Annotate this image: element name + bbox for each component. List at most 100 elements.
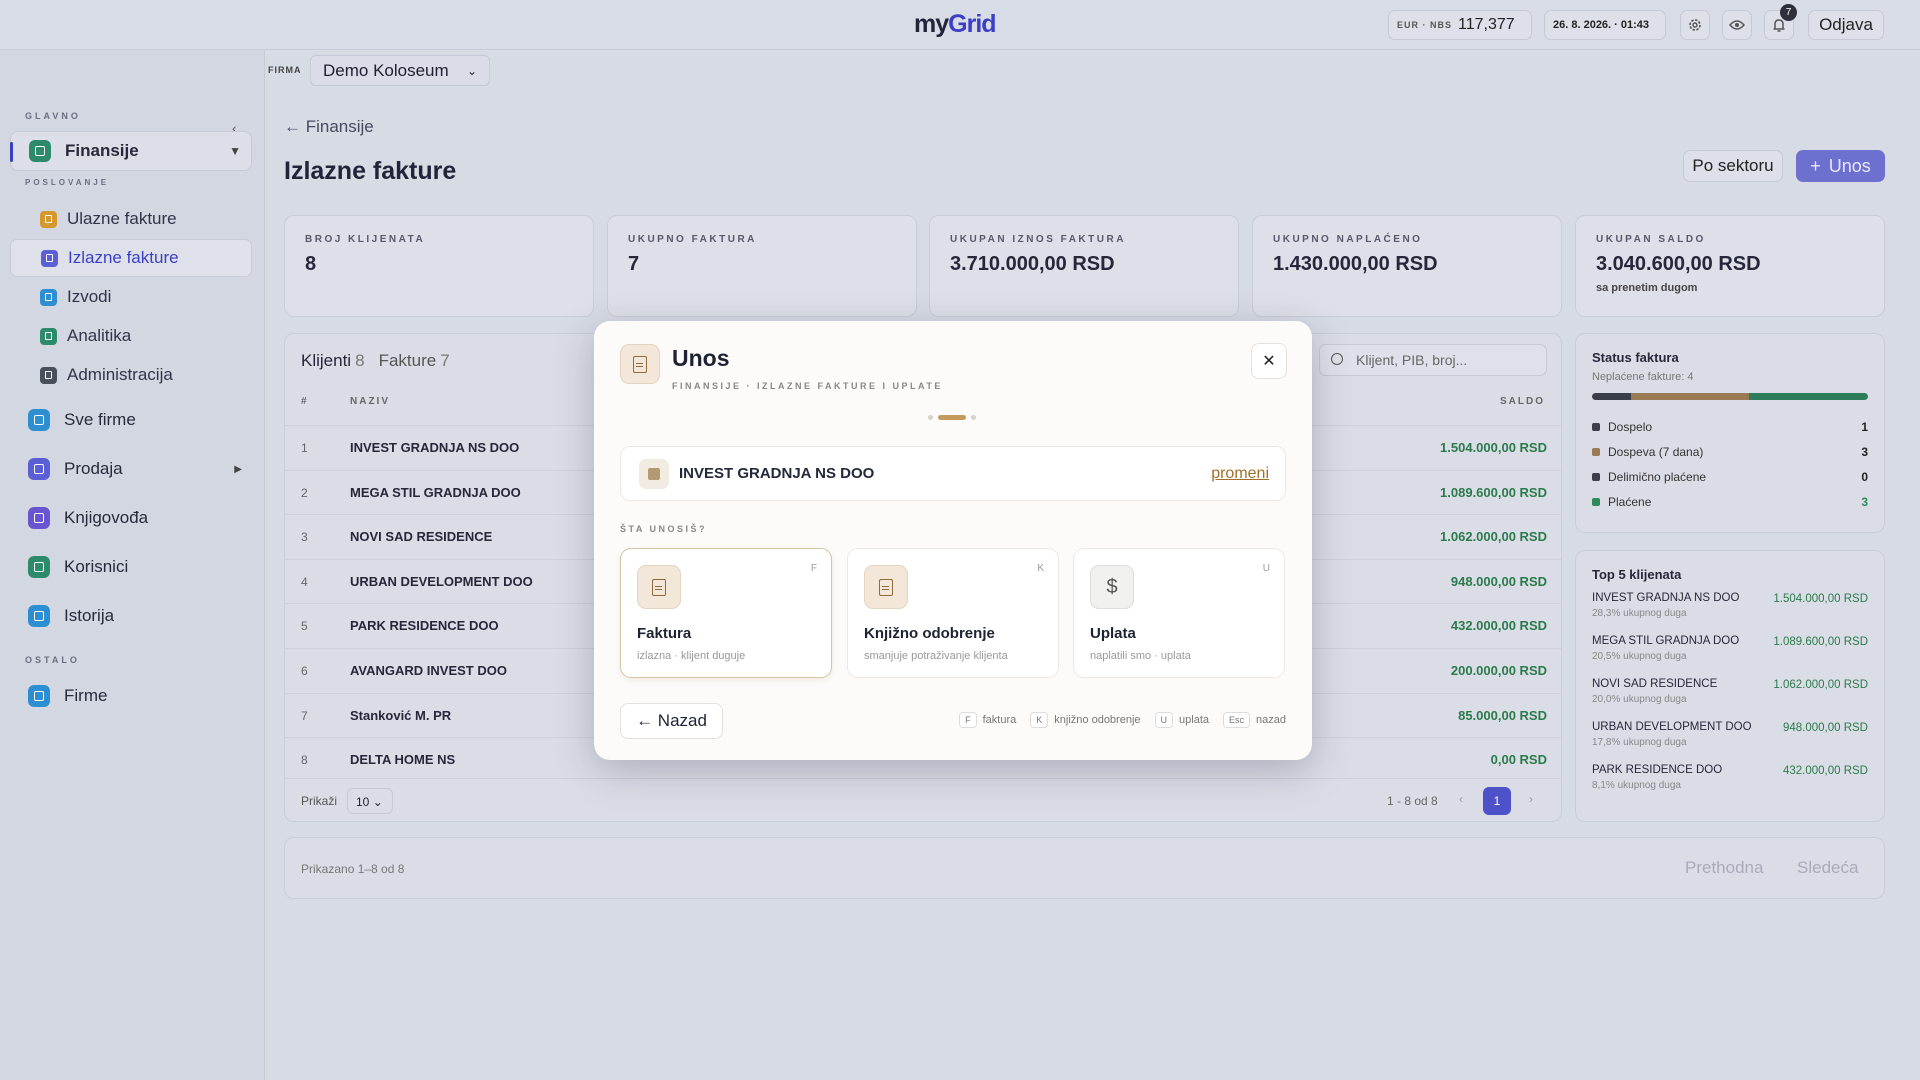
selected-client: INVEST GRADNJA NS DOO promeni: [620, 446, 1286, 501]
back-button[interactable]: ← Nazad: [620, 703, 723, 739]
step-dot: [928, 415, 933, 420]
option-invoice[interactable]: Faktura izlazna · klijent duguje F: [620, 548, 832, 678]
sidebar-item-label: Knjigovođa: [64, 508, 149, 527]
table-footer: Prikaži 10 ⌄ 1 - 8 od 8 ‹ 1 ›: [285, 778, 1561, 821]
top-client-share: 17,8% ukupnog duga: [1592, 737, 1687, 748]
sidebar-item-finansije[interactable]: Finansije ▼: [10, 131, 252, 171]
sidebar-item-firme[interactable]: Firme: [10, 676, 252, 716]
logout-button[interactable]: Odjava: [1808, 10, 1884, 40]
notifications-button[interactable]: 7: [1764, 4, 1797, 40]
tab-invoices[interactable]: Fakture 7: [379, 351, 450, 371]
document-icon: [40, 327, 57, 345]
top-client-value: 1.504.000,00 RSD: [1773, 593, 1868, 605]
breadcrumb[interactable]: ← Finansije: [284, 117, 374, 137]
stat-value: 8: [305, 253, 317, 275]
status-progress-bar: [1592, 393, 1868, 400]
option-shortcut: U: [1262, 563, 1270, 574]
top-client-value: 432.000,00 RSD: [1782, 765, 1868, 777]
stat-value: 3.040.600,00 RSD: [1596, 253, 1761, 275]
firma-select[interactable]: Demo Koloseum ⌄: [310, 55, 490, 86]
option-shortcut: F: [810, 563, 817, 574]
chart-icon: [28, 458, 50, 480]
top-client-item[interactable]: MEGA STIL GRADNJA DOO 20,5% ukupnog duga 1…: [1592, 635, 1868, 678]
tab-count: 8: [355, 351, 365, 370]
page-size-select[interactable]: 10 ⌄: [347, 788, 393, 814]
top-client-item[interactable]: NOVI SAD RESIDENCE 20,0% ukupnog duga 1.06…: [1592, 678, 1868, 721]
sidebar-subitem-ulazne-fakture[interactable]: Ulazne fakture: [10, 200, 252, 238]
option-title: Uplata: [1090, 625, 1136, 642]
row-number: 5: [301, 619, 308, 634]
option-credit-note[interactable]: Knjižno odobrenje smanjuje potraživanje …: [847, 548, 1059, 678]
stat-label: UKUPAN IZNOS FAKTURA: [950, 234, 1126, 245]
previous-page-button[interactable]: Prethodna: [1685, 858, 1763, 878]
close-icon: ✕: [1262, 353, 1276, 370]
sidebar-subitem-label: Izvodi: [67, 287, 112, 306]
option-payment[interactable]: $ Uplata naplatili smo · uplata U: [1073, 548, 1285, 678]
clock-icon: [28, 605, 50, 627]
progress-segment-overdue: [1592, 393, 1631, 400]
top-client-item[interactable]: URBAN DEVELOPMENT DOO 17,8% ukupnog duga 9…: [1592, 721, 1868, 764]
shortcut-key: U: [1154, 712, 1174, 728]
status-label: Plaćene: [1608, 494, 1652, 509]
sidebar-item-knjigovođa[interactable]: Knjigovođa: [10, 498, 252, 538]
sidebar-subitem-label: Administracija: [67, 365, 173, 384]
sidebar-subitem-izlazne-fakture[interactable]: Izlazne fakture: [10, 239, 252, 277]
top-client-share: 28,3% ukupnog duga: [1592, 608, 1687, 619]
stat-subtitle: sa prenetim dugom: [1596, 282, 1698, 294]
stat-card: UKUPAN SALDO 3.040.600,00 RSD sa prenetim …: [1575, 215, 1885, 317]
client-balance: 1.062.000,00 RSD: [1440, 529, 1547, 545]
sidebar-item-istorija[interactable]: Istorija: [10, 596, 252, 636]
building-icon: [639, 458, 669, 489]
client-name: INVEST GRADNJA NS DOO: [350, 440, 520, 455]
document-icon: [620, 344, 660, 384]
next-page-button[interactable]: Sledeća: [1797, 858, 1858, 878]
sidebar-section-main: GLAVNO: [25, 111, 81, 121]
selected-client-name: INVEST GRADNJA NS DOO: [679, 465, 875, 482]
sidebar-item-korisnici[interactable]: Korisnici: [10, 547, 252, 587]
by-sector-button[interactable]: Po sektoru: [1683, 150, 1783, 182]
stat-card: UKUPAN IZNOS FAKTURA 3.710.000,00 RSD: [929, 215, 1239, 317]
top-client-item[interactable]: PARK RESIDENCE DOO 8,1% ukupnog duga 432.0…: [1592, 764, 1868, 807]
page-button-current[interactable]: 1: [1483, 787, 1511, 815]
datetime-display: 26. 8. 2026. · 01:43: [1544, 10, 1666, 40]
modal-title: Unos: [672, 345, 730, 371]
close-button[interactable]: ✕: [1251, 343, 1287, 379]
sidebar-item-sve-firme[interactable]: Sve firme: [10, 400, 252, 440]
sidebar-subitem-label: Izlazne fakture: [68, 248, 179, 267]
tab-clients[interactable]: Klijenti 8: [301, 351, 365, 371]
search-icon: [1331, 353, 1343, 365]
pagination-range: 1 - 8 od 8: [1387, 794, 1438, 808]
sidebar-subitem-izvodi[interactable]: Izvodi: [10, 278, 252, 316]
document-icon: [40, 288, 57, 306]
top-client-item[interactable]: INVEST GRADNJA NS DOO 28,3% ukupnog duga 1…: [1592, 592, 1868, 635]
shortcut-label: faktura: [982, 714, 1017, 726]
app-logo[interactable]: myGrid: [914, 10, 997, 39]
status-color-swatch: [1592, 497, 1600, 506]
status-item: Dospeva (7 dana) 3: [1592, 439, 1868, 464]
change-client-link[interactable]: promeni: [1211, 465, 1269, 483]
page-title: Izlazne fakture: [284, 157, 457, 185]
sidebar-item-prodaja[interactable]: Prodaja ▶: [10, 449, 252, 489]
settings-button[interactable]: [1680, 10, 1710, 40]
sidebar-subitem-analitika[interactable]: Analitika: [10, 317, 252, 355]
top-client-share: 20,5% ukupnog duga: [1592, 651, 1687, 662]
notification-count: 7: [1780, 4, 1797, 21]
add-entry-button[interactable]: + Unos: [1796, 150, 1885, 182]
sidebar-section-business: POSLOVANJE: [25, 178, 110, 187]
chevron-right-icon[interactable]: ›: [1529, 792, 1533, 806]
top-client-value: 948.000,00 RSD: [1782, 722, 1868, 734]
client-name: PARK RESIDENCE DOO: [350, 618, 499, 634]
exchange-rate-label: EUR · NBS: [1397, 20, 1453, 30]
chevron-left-icon[interactable]: ‹: [1459, 792, 1463, 806]
firma-label: FIRMA: [268, 65, 302, 75]
option-description: naplatili smo · uplata: [1090, 650, 1191, 662]
top-client-share: 8,1% ukupnog duga: [1592, 780, 1681, 791]
tab-count: 7: [440, 351, 450, 370]
page-size-value: 10: [356, 795, 370, 809]
preview-button[interactable]: [1722, 10, 1752, 40]
sidebar-subitem-administracija[interactable]: Administracija: [10, 356, 252, 394]
client-balance: 432.000,00 RSD: [1450, 618, 1547, 634]
search-input[interactable]: Klijent, PIB, broj...: [1319, 344, 1547, 376]
top-bar: myGrid EUR · NBS 117,377 26. 8. 2026. · 0…: [0, 0, 1920, 50]
client-name: DELTA HOME NS: [350, 752, 456, 768]
